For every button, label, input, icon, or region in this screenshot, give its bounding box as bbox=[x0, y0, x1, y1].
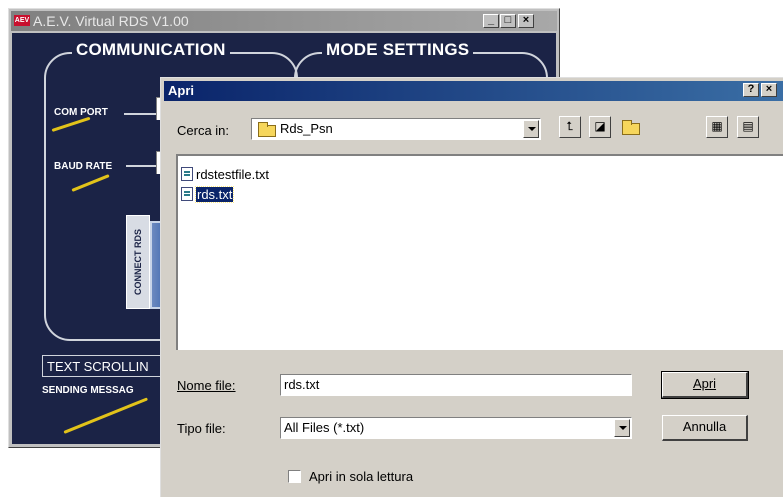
cancel-button-label: Annulla bbox=[682, 419, 727, 434]
text-file-icon bbox=[181, 187, 193, 201]
connect-rds-label-box: CONNECT RDS bbox=[126, 215, 150, 309]
look-in-value: Rds_Psn bbox=[280, 121, 333, 136]
text-scrolling-box[interactable]: TEXT SCROLLIN bbox=[42, 355, 162, 377]
desktop-button[interactable]: ◪ bbox=[589, 116, 611, 138]
sending-message-label: SENDING MESSAG bbox=[42, 385, 134, 396]
details-view-button[interactable]: ▤ bbox=[737, 116, 759, 138]
baud-rate-connector bbox=[126, 165, 156, 167]
file-item-selected[interactable]: rds.txt bbox=[181, 186, 235, 204]
dialog-title: Apri bbox=[168, 83, 194, 98]
file-list[interactable]: rdstestfile.txt rds.txt bbox=[176, 154, 783, 350]
file-type-select[interactable]: All Files (*.txt) bbox=[280, 417, 632, 439]
connect-rds-label: CONNECT RDS bbox=[133, 228, 143, 296]
list-view-button[interactable]: ▦ bbox=[706, 116, 728, 138]
cancel-button[interactable]: Annulla bbox=[662, 415, 748, 441]
app-logo-icon: AEV bbox=[14, 15, 30, 26]
help-button[interactable]: ? bbox=[743, 83, 759, 97]
file-type-label-text: Tipo file: bbox=[177, 421, 226, 436]
chevron-down-icon[interactable] bbox=[523, 120, 539, 138]
text-file-icon bbox=[181, 167, 193, 181]
open-file-dialog: Apri ? × Cerca in: Rds_Psn ⮤ ◪ ▦ ▤ rdste… bbox=[160, 77, 783, 497]
new-folder-icon bbox=[622, 120, 640, 135]
folder-icon bbox=[258, 122, 276, 137]
mode-settings-title: MODE SETTINGS bbox=[322, 40, 474, 60]
baud-rate-label: BAUD RATE bbox=[54, 161, 113, 172]
chevron-down-icon[interactable] bbox=[614, 419, 630, 437]
readonly-checkbox[interactable] bbox=[288, 470, 301, 483]
com-port-label: COM PORT bbox=[54, 107, 108, 118]
file-name: rdstestfile.txt bbox=[196, 167, 269, 182]
look-in-select[interactable]: Rds_Psn bbox=[251, 118, 541, 140]
new-folder-button[interactable] bbox=[619, 116, 641, 138]
sending-message-accent bbox=[63, 397, 149, 434]
file-name-input[interactable]: rds.txt bbox=[280, 374, 632, 396]
app-title-bar[interactable]: AEV A.E.V. Virtual RDS V1.00 _ □ × bbox=[11, 11, 557, 31]
communication-title: COMMUNICATION bbox=[72, 40, 230, 60]
up-folder-button[interactable]: ⮤ bbox=[559, 116, 581, 138]
dialog-title-bar[interactable]: Apri ? × bbox=[164, 81, 783, 101]
file-name: rds.txt bbox=[194, 186, 235, 203]
look-in-label: Cerca in: bbox=[177, 123, 230, 138]
com-port-connector bbox=[124, 113, 156, 115]
readonly-label[interactable]: Apri in sola lettura bbox=[309, 469, 413, 484]
close-button[interactable]: × bbox=[518, 14, 534, 28]
dialog-close-button[interactable]: × bbox=[761, 83, 777, 97]
app-title: A.E.V. Virtual RDS V1.00 bbox=[33, 13, 189, 29]
file-name-label: Nome file: bbox=[177, 378, 236, 393]
file-name-label-text: Nome file: bbox=[177, 378, 236, 393]
minimize-button[interactable]: _ bbox=[483, 14, 499, 28]
maximize-button[interactable]: □ bbox=[500, 14, 516, 28]
open-button[interactable]: Apri bbox=[661, 371, 749, 399]
file-type-label: Tipo file: bbox=[177, 421, 226, 436]
file-item[interactable]: rdstestfile.txt bbox=[181, 166, 269, 184]
open-button-label: Apri bbox=[692, 376, 717, 391]
file-type-value: All Files (*.txt) bbox=[284, 420, 365, 435]
